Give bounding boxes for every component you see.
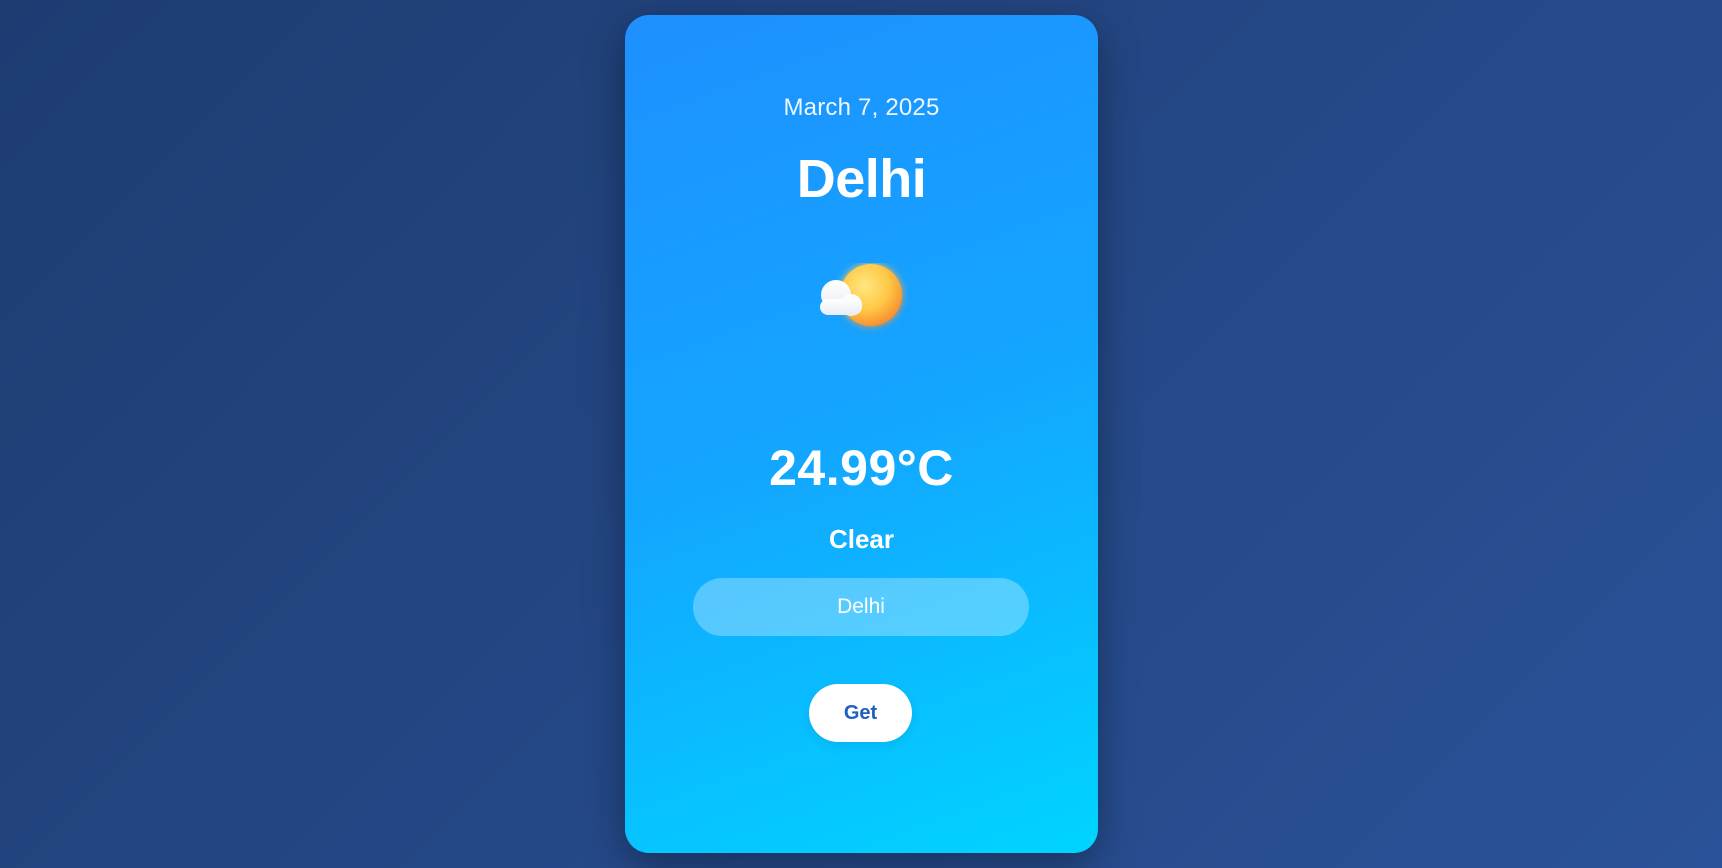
temperature-value: 24.99°C xyxy=(769,440,954,496)
city-search-input[interactable] xyxy=(693,578,1029,636)
weather-condition: Clear xyxy=(828,524,895,554)
partly-cloudy-icon xyxy=(813,263,909,343)
weather-card: March 7, 2025 Delhi 24.99°C Clear Delhi … xyxy=(625,15,1098,853)
date-label: March 7, 2025 xyxy=(783,94,940,121)
get-weather-button[interactable]: Get xyxy=(809,684,912,742)
city-name: Delhi xyxy=(796,149,927,209)
